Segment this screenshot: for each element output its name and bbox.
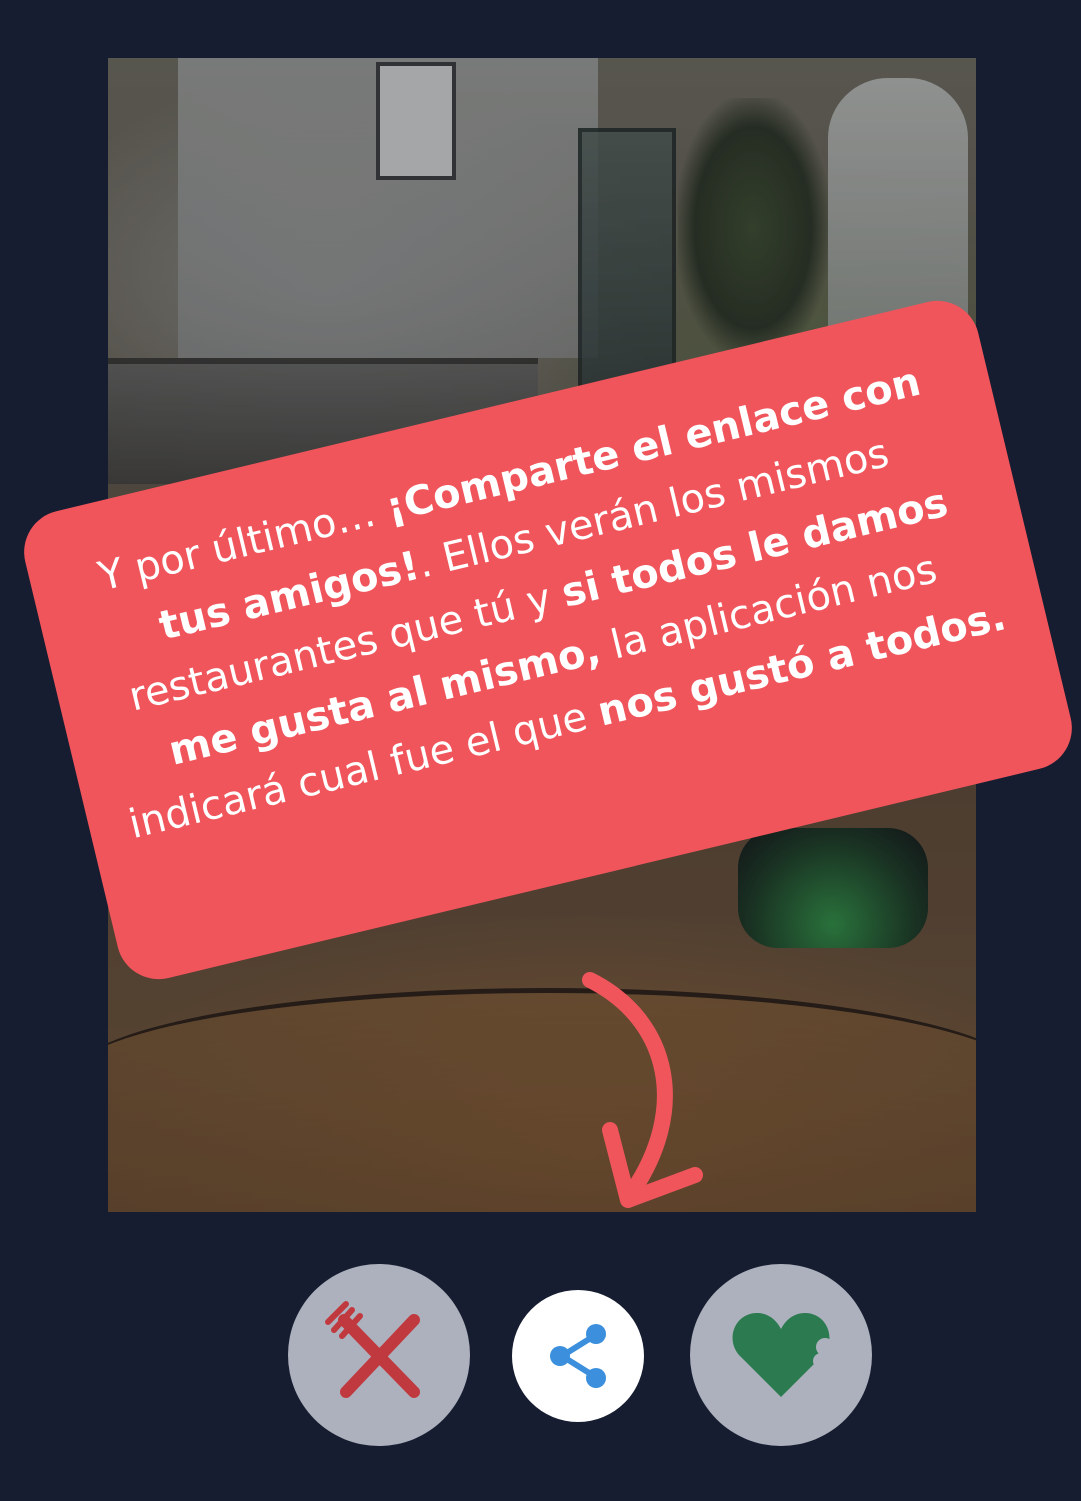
share-button[interactable] [512, 1290, 644, 1422]
share-icon [550, 1324, 606, 1388]
curved-arrow-down-icon [582, 972, 703, 1208]
like-button[interactable] [690, 1264, 872, 1446]
fork-knife-cross-icon [325, 1301, 420, 1398]
dislike-button[interactable] [288, 1264, 470, 1446]
bitten-heart-icon [732, 1313, 833, 1397]
